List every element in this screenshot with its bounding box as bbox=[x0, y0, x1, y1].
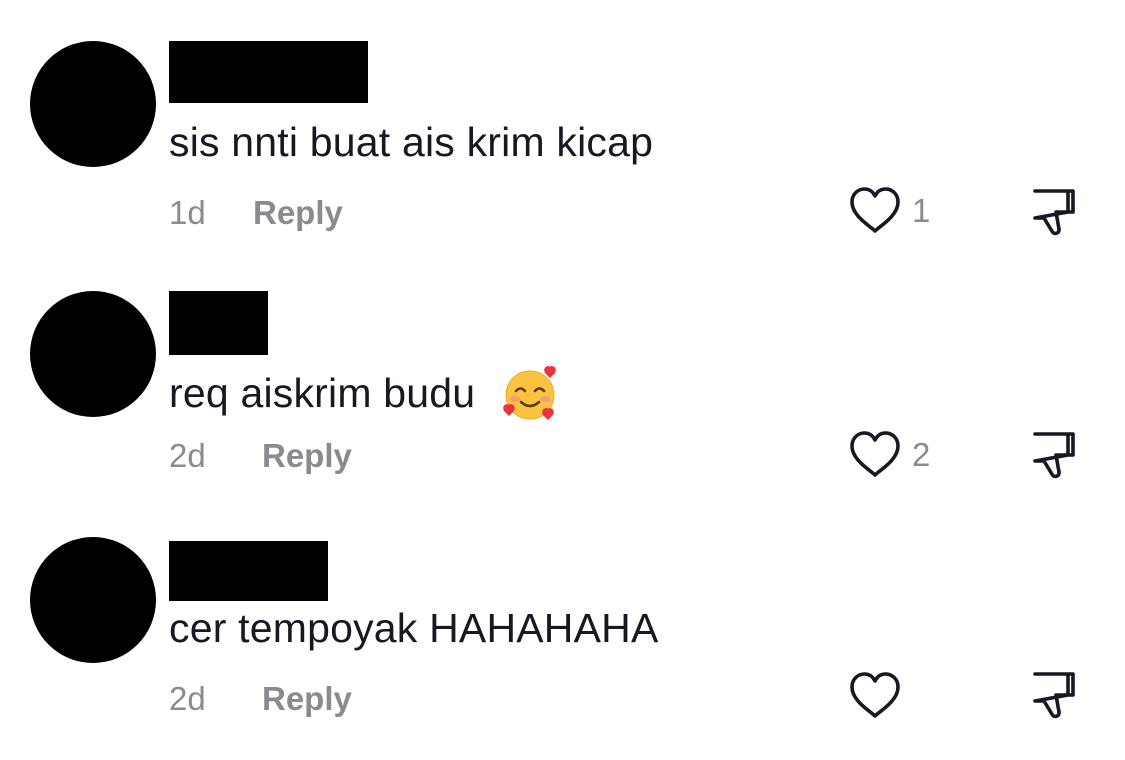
like-button[interactable]: 2 bbox=[848, 430, 930, 480]
dislike-button[interactable] bbox=[1027, 428, 1081, 482]
comment-timestamp: 1d bbox=[169, 194, 206, 231]
avatar[interactable] bbox=[30, 291, 156, 417]
heart-outline-icon bbox=[848, 671, 902, 721]
reply-button[interactable]: Reply bbox=[253, 193, 343, 233]
comment-text: cer tempoyak HAHAHAHA bbox=[169, 603, 659, 653]
username-redacted[interactable] bbox=[169, 541, 328, 601]
heart-outline-icon bbox=[848, 186, 902, 236]
comment-text: sis nnti buat ais krim kicap bbox=[169, 117, 653, 167]
like-count: 2 bbox=[912, 436, 931, 473]
comment-text-content: cer tempoyak HAHAHAHA bbox=[169, 605, 659, 651]
avatar[interactable] bbox=[30, 41, 156, 167]
comment-item: cer tempoyak HAHAHAHA 2d Reply bbox=[0, 496, 1125, 736]
username-redacted[interactable] bbox=[169, 41, 368, 103]
comment-item: sis nnti buat ais krim kicap 1d Reply 1 bbox=[0, 0, 1125, 240]
comment-text-content: req aiskrim budu bbox=[169, 369, 476, 416]
like-button[interactable] bbox=[848, 671, 912, 721]
dislike-button[interactable] bbox=[1027, 668, 1081, 722]
comment-timestamp: 2d bbox=[169, 437, 206, 474]
comment-text: req aiskrim budu bbox=[169, 364, 559, 425]
dislike-button[interactable] bbox=[1027, 185, 1081, 239]
avatar[interactable] bbox=[30, 537, 156, 663]
heart-outline-icon bbox=[848, 430, 902, 480]
thumbs-down-icon bbox=[1027, 668, 1081, 722]
username-redacted[interactable] bbox=[169, 291, 268, 355]
comment-text-content: sis nnti buat ais krim kicap bbox=[169, 119, 654, 165]
thumbs-down-icon bbox=[1027, 428, 1081, 482]
comment-item: req aiskrim budu 2d Reply 2 bbox=[0, 250, 1125, 490]
like-button[interactable]: 1 bbox=[848, 186, 930, 236]
comment-timestamp: 2d bbox=[169, 680, 206, 717]
smiling-face-with-hearts-icon bbox=[501, 364, 559, 422]
thumbs-down-icon bbox=[1027, 185, 1081, 239]
like-count: 1 bbox=[912, 192, 931, 229]
reply-button[interactable]: Reply bbox=[262, 679, 352, 719]
reply-button[interactable]: Reply bbox=[262, 436, 352, 476]
